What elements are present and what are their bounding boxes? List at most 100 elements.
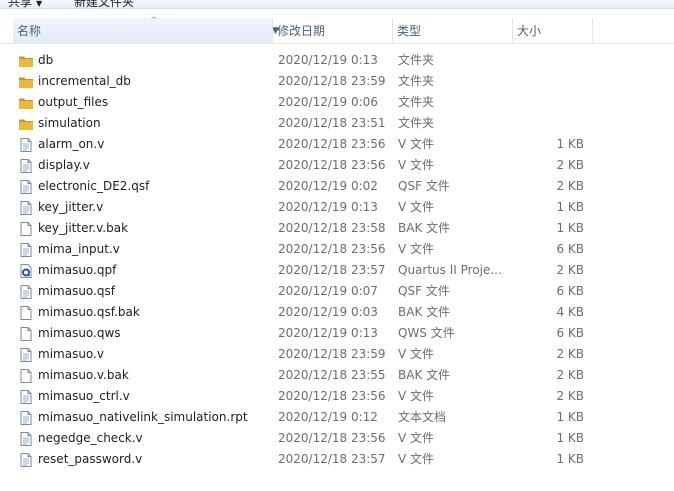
file-row[interactable]: output_files 2020/12/19 0:06 文件夹 <box>13 92 593 113</box>
file-type: 文件夹 <box>398 95 435 109</box>
folder-icon <box>18 95 34 111</box>
file-type: QSF 文件 <box>398 284 450 298</box>
file-name: mimasuo_nativelink_simulation.rpt <box>38 410 248 424</box>
file-name: electronic_DE2.qsf <box>38 179 150 193</box>
file-modified-date: 2020/12/18 23:59 <box>278 347 386 361</box>
file-modified-date: 2020/12/19 0:13 <box>278 326 378 340</box>
column-header-size[interactable]: 大小 <box>513 18 591 44</box>
file-type: V 文件 <box>398 200 435 214</box>
file-row[interactable]: negedge_check.v 2020/12/18 23:56 V 文件 1 KB <box>13 428 593 449</box>
file-size: 2 KB <box>556 347 584 361</box>
file-row[interactable]: reset_password.v 2020/12/18 23:57 V 文件 1 KB <box>13 449 593 470</box>
file-modified-date: 2020/12/19 0:03 <box>278 305 378 319</box>
file-modified-date: 2020/12/19 0:13 <box>278 200 378 214</box>
file-modified-date: 2020/12/18 23:51 <box>278 116 386 130</box>
file-name: key_jitter.v.bak <box>38 221 129 235</box>
file-row[interactable]: mimasuo.qws 2020/12/19 0:13 QWS 文件 6 KB <box>13 323 593 344</box>
file-row[interactable]: mimasuo.qsf 2020/12/19 0:07 QSF 文件 6 KB <box>13 281 593 302</box>
text-file-icon <box>18 200 34 216</box>
file-row[interactable]: simulation 2020/12/18 23:51 文件夹 <box>13 113 593 134</box>
file-modified-date: 2020/12/18 23:56 <box>278 431 386 445</box>
file-row[interactable]: mimasuo.qpf 2020/12/18 23:57 Quartus II Pr… <box>13 260 593 281</box>
file-modified-date: 2020/12/19 0:02 <box>278 179 378 193</box>
toolbar: 共享 ▼ 新建文件夹 <box>0 0 674 9</box>
file-name: db <box>38 53 54 67</box>
text-file-icon <box>18 389 34 405</box>
column-divider[interactable] <box>592 18 593 44</box>
blank-file-icon <box>18 326 34 342</box>
file-row[interactable]: alarm_on.v 2020/12/18 23:56 V 文件 1 KB <box>13 134 593 155</box>
file-row[interactable]: key_jitter.v 2020/12/19 0:13 V 文件 1 KB <box>13 197 593 218</box>
file-row[interactable]: mimasuo.v.bak 2020/12/18 23:55 BAK 文件 2 KB <box>13 365 593 386</box>
file-name: reset_password.v <box>38 452 143 466</box>
file-size: 1 KB <box>556 431 584 445</box>
file-row[interactable]: key_jitter.v.bak 2020/12/18 23:58 BAK 文件 1 … <box>13 218 593 239</box>
file-modified-date: 2020/12/19 0:06 <box>278 95 378 109</box>
column-header-name[interactable]: 名称 ^ ▼ <box>13 16 279 44</box>
file-name: mimasuo.qsf <box>38 284 115 298</box>
file-size: 1 KB <box>556 221 584 235</box>
file-row[interactable]: electronic_DE2.qsf 2020/12/19 0:02 QSF 文件 2… <box>13 176 593 197</box>
file-modified-date: 2020/12/18 23:57 <box>278 452 386 466</box>
folder-icon <box>18 116 34 132</box>
file-size: 1 KB <box>556 410 584 424</box>
column-header: 名称 ^ ▼ 修改日期 类型 大小 <box>0 16 674 44</box>
file-name: mima_input.v <box>38 242 120 256</box>
file-name: mimasuo.qsf.bak <box>38 305 140 319</box>
blank-file-icon <box>18 368 34 384</box>
file-type: BAK 文件 <box>398 221 451 235</box>
file-type: V 文件 <box>398 347 435 361</box>
file-size: 2 KB <box>556 263 584 277</box>
file-type: V 文件 <box>398 452 435 466</box>
file-type: V 文件 <box>398 431 435 445</box>
column-header-type[interactable]: 类型 <box>393 18 511 44</box>
file-modified-date: 2020/12/19 0:12 <box>278 410 378 424</box>
file-size <box>518 71 584 92</box>
file-size: 1 KB <box>556 452 584 466</box>
file-size <box>518 50 584 71</box>
file-name: mimasuo_ctrl.v <box>38 389 130 403</box>
file-type: 文件夹 <box>398 74 435 88</box>
text-file-icon <box>18 410 34 426</box>
file-name: mimasuo.v.bak <box>38 368 129 382</box>
folder-icon <box>18 74 34 90</box>
file-row[interactable]: mimasuo.qsf.bak 2020/12/19 0:03 BAK 文件 4 KB <box>13 302 593 323</box>
folder-icon <box>18 53 34 69</box>
file-size <box>518 113 584 134</box>
file-size: 2 KB <box>556 368 584 382</box>
file-row[interactable]: mimasuo_nativelink_simulation.rpt 2020/12… <box>13 407 593 428</box>
file-size: 6 KB <box>556 284 584 298</box>
file-type: BAK 文件 <box>398 305 451 319</box>
file-type: V 文件 <box>398 158 435 172</box>
share-menu-button[interactable]: 共享 ▼ <box>8 0 42 8</box>
file-type: BAK 文件 <box>398 368 451 382</box>
file-modified-date: 2020/12/18 23:57 <box>278 263 386 277</box>
text-file-icon <box>18 347 34 363</box>
file-row[interactable]: incremental_db 2020/12/18 23:59 文件夹 <box>13 71 593 92</box>
file-name: key_jitter.v <box>38 200 104 214</box>
file-modified-date: 2020/12/18 23:55 <box>278 368 386 382</box>
file-row[interactable]: display.v 2020/12/18 23:56 V 文件 2 KB <box>13 155 593 176</box>
text-file-icon <box>18 179 34 195</box>
file-row[interactable]: mimasuo_ctrl.v 2020/12/18 23:56 V 文件 2 KB <box>13 386 593 407</box>
file-type: 文件夹 <box>398 53 435 67</box>
file-size: 2 KB <box>556 389 584 403</box>
new-folder-button[interactable]: 新建文件夹 <box>74 0 134 8</box>
quartus-project-icon <box>18 263 34 279</box>
file-size: 2 KB <box>556 158 584 172</box>
file-name: mimasuo.qws <box>38 326 121 340</box>
text-file-icon <box>18 158 34 174</box>
text-file-icon <box>18 137 34 153</box>
text-file-icon <box>18 452 34 468</box>
file-row[interactable]: mimasuo.v 2020/12/18 23:59 V 文件 2 KB <box>13 344 593 365</box>
file-size: 2 KB <box>556 179 584 193</box>
file-modified-date: 2020/12/18 23:56 <box>278 389 386 403</box>
file-size: 1 KB <box>556 137 584 151</box>
file-name: mimasuo.qpf <box>38 263 117 277</box>
file-name: simulation <box>38 116 101 130</box>
file-row[interactable]: db 2020/12/19 0:13 文件夹 <box>13 50 593 71</box>
file-modified-date: 2020/12/18 23:56 <box>278 242 386 256</box>
file-type: V 文件 <box>398 137 435 151</box>
column-header-date[interactable]: 修改日期 <box>273 18 391 44</box>
file-row[interactable]: mima_input.v 2020/12/18 23:56 V 文件 6 KB <box>13 239 593 260</box>
